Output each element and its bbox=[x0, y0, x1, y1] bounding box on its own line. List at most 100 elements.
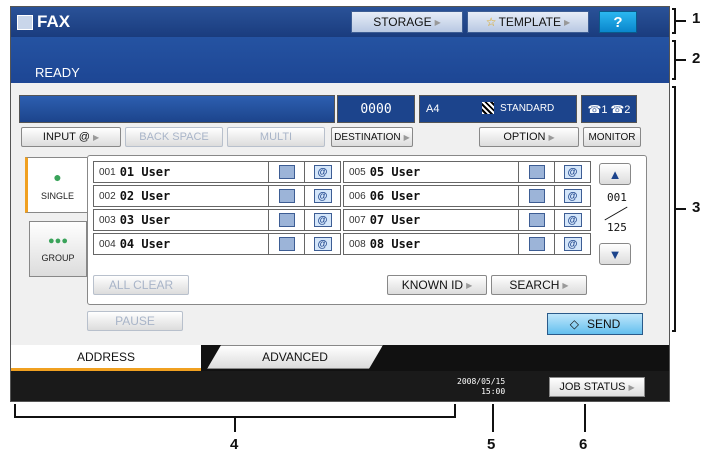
at-icon: @ bbox=[313, 165, 332, 179]
tab-address[interactable]: ADDRESS bbox=[11, 345, 201, 371]
search-button[interactable]: SEARCH ▶ bbox=[491, 275, 587, 295]
known-id-button[interactable]: KNOWN ID ▶ bbox=[387, 275, 487, 295]
tab-advanced[interactable]: ADVANCED bbox=[207, 345, 383, 369]
help-button[interactable]: ? bbox=[599, 11, 637, 33]
date-time: 2008/05/15 15:00 bbox=[457, 377, 505, 397]
list-item[interactable]: 004 04 User @ bbox=[93, 233, 341, 255]
list-item[interactable]: 001 01 User @ bbox=[93, 161, 341, 183]
list-item[interactable]: 007 07 User @ bbox=[343, 209, 591, 231]
fax-icon bbox=[17, 15, 33, 30]
fax-button[interactable] bbox=[268, 186, 304, 206]
email-button[interactable]: @ bbox=[554, 234, 590, 254]
email-button[interactable]: @ bbox=[554, 162, 590, 182]
at-icon: @ bbox=[313, 213, 332, 227]
job-status-button[interactable]: JOB STATUS ▶ bbox=[549, 377, 645, 397]
tab-single[interactable]: ● SINGLE bbox=[25, 157, 87, 213]
chevron-right-icon: ▶ bbox=[628, 382, 635, 392]
email-button[interactable]: @ bbox=[554, 186, 590, 206]
scroll-down-button[interactable]: ▼ bbox=[599, 243, 631, 265]
fax-button[interactable] bbox=[518, 186, 554, 206]
group-icon: ●●● bbox=[48, 235, 68, 247]
pause-button[interactable]: PAUSE bbox=[87, 311, 183, 331]
fax-icon bbox=[528, 189, 545, 203]
callout-4: 4 bbox=[230, 436, 239, 453]
chevron-right-icon: ▶ bbox=[548, 132, 555, 142]
at-icon: @ bbox=[563, 237, 582, 251]
email-button[interactable]: @ bbox=[554, 210, 590, 230]
page-title: FAX bbox=[37, 12, 71, 31]
message-bar bbox=[11, 37, 669, 83]
paper-info: A4 STANDARD bbox=[419, 95, 577, 123]
entry-number: 007 bbox=[349, 214, 366, 226]
fax-button[interactable] bbox=[518, 210, 554, 230]
template-button[interactable]: ☆ TEMPLATE ▶ bbox=[467, 11, 589, 33]
fax-button[interactable] bbox=[268, 234, 304, 254]
fax-button[interactable] bbox=[518, 162, 554, 182]
fax-icon bbox=[528, 237, 545, 251]
email-button[interactable]: @ bbox=[304, 210, 340, 230]
date: 2008/05/15 bbox=[457, 377, 506, 386]
send-button[interactable]: ◇ SEND bbox=[547, 313, 643, 335]
entry-name: 07 User bbox=[369, 213, 421, 227]
chevron-right-icon: ▶ bbox=[466, 280, 473, 290]
all-clear-button[interactable]: ALL CLEAR bbox=[93, 275, 189, 295]
resolution-label: STANDARD bbox=[500, 103, 555, 114]
template-label: TEMPLATE bbox=[498, 15, 562, 29]
list-item[interactable]: 008 08 User @ bbox=[343, 233, 591, 255]
chevron-down-icon: ▼ bbox=[608, 246, 622, 262]
entry-number: 008 bbox=[349, 238, 366, 250]
entry-name: 06 User bbox=[369, 189, 421, 203]
email-button[interactable]: @ bbox=[304, 186, 340, 206]
fax-icon bbox=[278, 165, 295, 179]
list-item[interactable]: 005 05 User @ bbox=[343, 161, 591, 183]
at-icon: @ bbox=[313, 237, 332, 251]
fax-icon bbox=[278, 237, 295, 251]
scroll-up-button[interactable]: ▲ bbox=[599, 163, 631, 185]
fax-icon bbox=[528, 213, 545, 227]
fax-button[interactable] bbox=[268, 210, 304, 230]
destination-label: DESTINATION bbox=[334, 131, 401, 143]
callout-line-2 bbox=[676, 59, 686, 61]
person-icon: ● bbox=[53, 169, 62, 185]
entry-name: 04 User bbox=[119, 237, 171, 251]
input-button[interactable]: INPUT @ ▶ bbox=[21, 127, 121, 147]
tab-single-label: SINGLE bbox=[40, 191, 74, 201]
destination-input-display bbox=[19, 95, 335, 123]
destination-button[interactable]: DESTINATION ▶ bbox=[331, 127, 413, 147]
fax-button[interactable] bbox=[268, 162, 304, 182]
callout-line-1 bbox=[676, 20, 686, 22]
fax-button[interactable] bbox=[518, 234, 554, 254]
storage-button[interactable]: STORAGE ▶ bbox=[351, 11, 463, 33]
monitor-button[interactable]: MONITOR bbox=[583, 127, 641, 147]
multi-button[interactable]: MULTI bbox=[227, 127, 325, 147]
email-button[interactable]: @ bbox=[304, 162, 340, 182]
entry-number: 004 bbox=[99, 238, 116, 250]
at-icon: @ bbox=[313, 189, 332, 203]
tab-group[interactable]: ●●● GROUP bbox=[29, 221, 87, 277]
tab-group-label: GROUP bbox=[41, 253, 75, 263]
entry-number: 005 bbox=[349, 166, 366, 178]
callout-6: 6 bbox=[579, 436, 588, 453]
callout-5: 5 bbox=[487, 436, 496, 453]
list-item[interactable]: 006 06 User @ bbox=[343, 185, 591, 207]
chevron-up-icon: ▲ bbox=[608, 166, 622, 182]
entry-name: 02 User bbox=[119, 189, 171, 203]
page-current: 001 bbox=[607, 191, 627, 204]
entry-name: 05 User bbox=[369, 165, 421, 179]
entry-name: 08 User bbox=[369, 237, 421, 251]
job-status-label: JOB STATUS bbox=[559, 381, 626, 393]
callout-3: 3 bbox=[692, 199, 701, 216]
option-button[interactable]: OPTION ▶ bbox=[479, 127, 579, 147]
list-item[interactable]: 003 03 User @ bbox=[93, 209, 341, 231]
chevron-right-icon: ▶ bbox=[92, 132, 100, 142]
time: 15:00 bbox=[481, 387, 506, 396]
email-button[interactable]: @ bbox=[304, 234, 340, 254]
callout-line-5 bbox=[492, 404, 494, 432]
backspace-button[interactable]: BACK SPACE bbox=[125, 127, 223, 147]
callout-bracket-4 bbox=[14, 404, 456, 418]
entry-name: 01 User bbox=[119, 165, 171, 179]
list-item[interactable]: 002 02 User @ bbox=[93, 185, 341, 207]
at-icon: @ bbox=[563, 165, 582, 179]
known-id-label: KNOWN ID bbox=[401, 278, 464, 292]
callout-line-6 bbox=[584, 404, 586, 432]
